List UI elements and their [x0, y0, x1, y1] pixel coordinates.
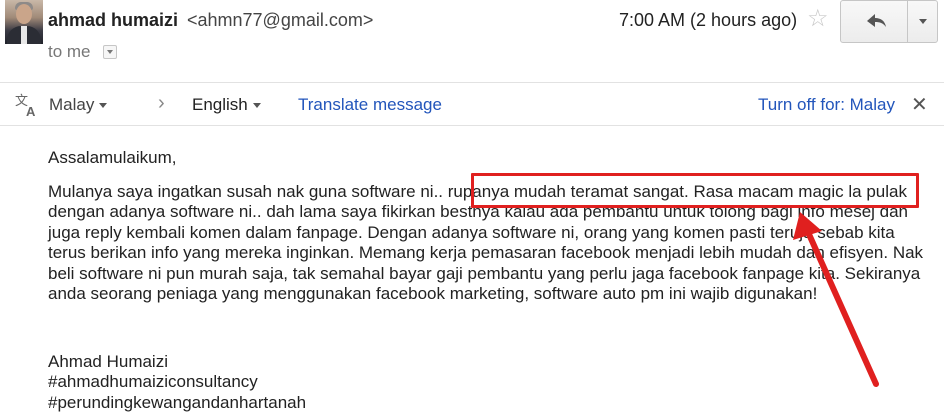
close-icon[interactable]: ✕	[911, 92, 928, 117]
target-language-select[interactable]: English	[192, 95, 261, 115]
chevron-down-icon	[99, 103, 108, 109]
reply-button[interactable]	[841, 1, 907, 42]
message-greeting: Assalamulaikum,	[48, 148, 177, 167]
translate-bar: 文 A Malay › English Translate message Tu…	[0, 82, 944, 126]
reply-arrow-icon	[867, 14, 886, 27]
show-details-toggle[interactable]	[103, 45, 117, 59]
translate-message-link[interactable]: Translate message	[298, 95, 442, 115]
recipient-label: to me	[48, 42, 91, 61]
signature-hashtag: #ahmadhumaiziconsultancy	[48, 372, 258, 392]
message-signature: Ahmad Humaizi #ahmadhumaiziconsultancy #…	[48, 352, 306, 413]
target-language-label: English	[192, 95, 248, 114]
turn-off-translation-link[interactable]: Turn off for: Malay	[758, 95, 895, 115]
chevron-right-icon: ›	[158, 92, 165, 114]
sender-name[interactable]: ahmad humaizi	[48, 10, 178, 31]
message-timestamp: 7:00 AM (2 hours ago)	[619, 10, 798, 30]
signature-name: Ahmad Humaizi	[48, 352, 168, 371]
signature-hashtag: #perundingkewangandanhartanah	[48, 392, 307, 412]
more-actions-button[interactable]	[908, 1, 938, 42]
sender-avatar[interactable]	[5, 0, 43, 44]
star-outline-icon[interactable]: ☆	[807, 7, 829, 31]
source-language-label: Malay	[49, 95, 95, 114]
highlight-annotation-box	[471, 173, 919, 208]
chevron-down-icon	[252, 103, 261, 109]
reply-button-group	[840, 0, 938, 43]
sender-email: <ahmn77@gmail.com>	[187, 10, 374, 30]
source-language-select[interactable]: Malay	[49, 95, 108, 115]
svg-text:A: A	[26, 104, 36, 118]
translate-icon: 文 A	[15, 94, 36, 118]
